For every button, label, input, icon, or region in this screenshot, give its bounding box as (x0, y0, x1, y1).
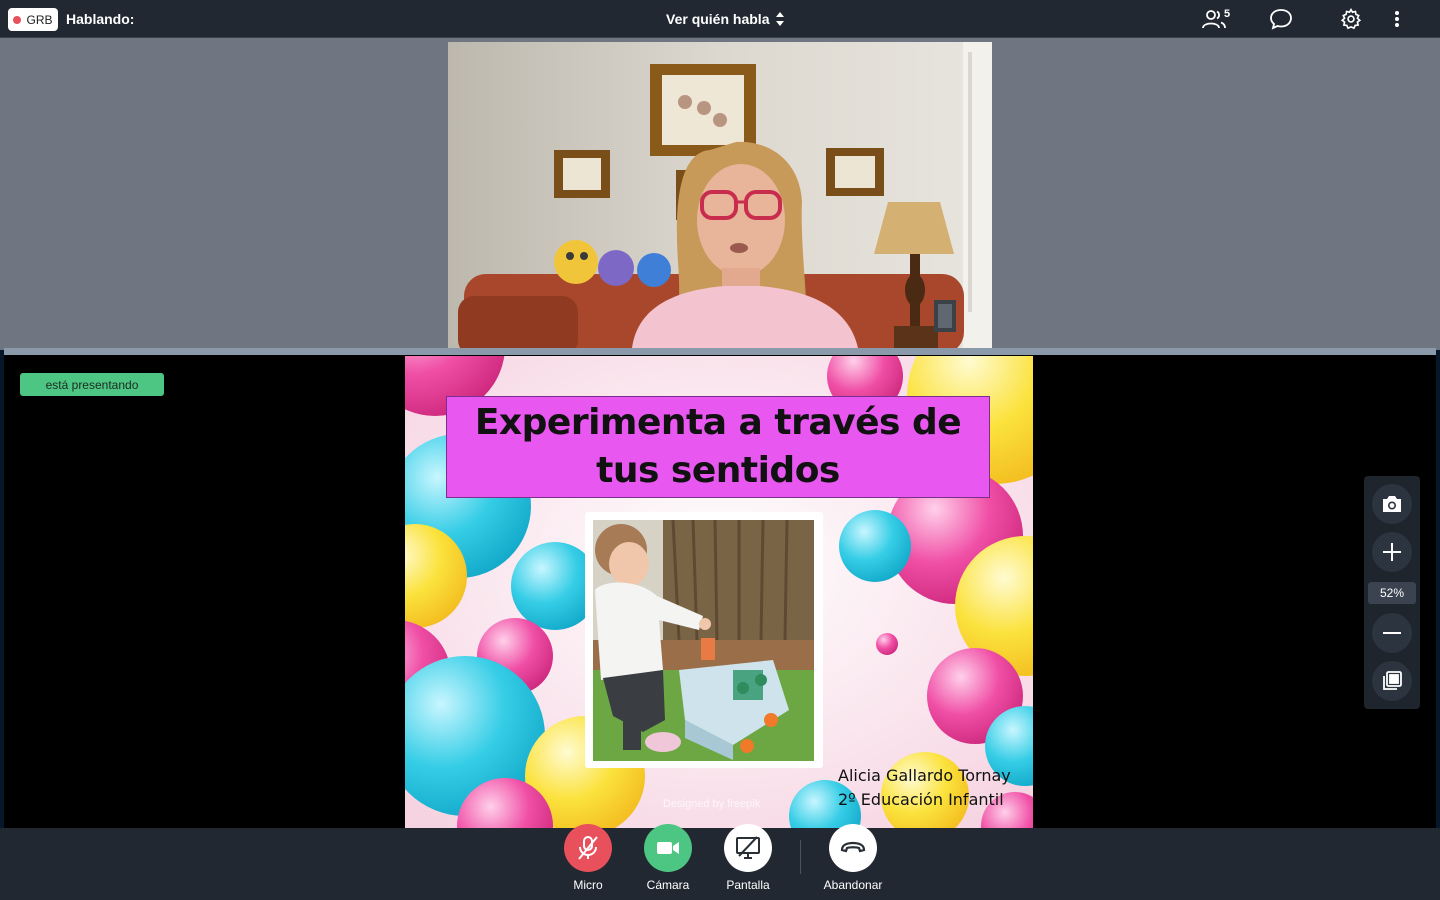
slide-author: Alicia Gallardo Tornay 2º Educación Infa… (838, 764, 1011, 812)
webcam-area (0, 38, 1440, 386)
users-icon (1202, 10, 1226, 29)
camera-button-circle[interactable] (644, 824, 692, 872)
slide-title-line-2: tus sentidos (596, 450, 840, 491)
layout-selector[interactable]: Ver quién habla (666, 11, 785, 27)
bottom-control-bar: Micro Cámara Pantalla Abandonar (0, 824, 1440, 900)
slide-photo (593, 520, 814, 761)
resize-handle[interactable] (4, 348, 1436, 355)
slide-author-course: 2º Educación Infantil (838, 790, 1004, 809)
camera-button[interactable]: Cámara (628, 824, 708, 892)
layout-selector-label: Ver quién habla (666, 11, 770, 27)
more-options-button[interactable] (1383, 6, 1411, 32)
talking-indicator: Hablando: (66, 11, 135, 27)
mic-off-icon (578, 836, 598, 860)
slide-watermark: Designed by freepik (663, 798, 761, 810)
webcam-scene (448, 42, 992, 348)
fit-to-screen-button[interactable] (1372, 661, 1412, 701)
plus-icon (1383, 543, 1401, 561)
hang-up-phone-icon (840, 841, 866, 853)
participants-count: 5 (1224, 8, 1231, 20)
slide-photo-frame (585, 512, 823, 768)
recording-badge[interactable]: GRB (8, 8, 58, 31)
presenting-badge: está presentando (20, 373, 164, 396)
slide-title: Experimenta a través de tus sentidos (474, 399, 962, 495)
recording-dot-icon (13, 15, 22, 24)
webcam-video[interactable] (448, 42, 992, 348)
mic-button[interactable]: Micro (548, 824, 628, 892)
snapshot-button[interactable] (1372, 484, 1412, 524)
camera-label: Cámara (646, 878, 690, 892)
screen-share-off-icon (736, 836, 760, 859)
leave-button-circle[interactable] (829, 824, 877, 872)
zoom-in-button[interactable] (1372, 532, 1412, 572)
chat-bubble-icon (1270, 9, 1292, 30)
presentation-slide[interactable]: Experimenta a través de tus sentidos Ali… (405, 356, 1033, 828)
more-vertical-icon (1395, 11, 1399, 27)
zoom-level: 52% (1368, 582, 1416, 604)
zoom-out-button[interactable] (1372, 613, 1412, 653)
slide-title-box: Experimenta a través de tus sentidos (446, 396, 990, 498)
control-separator (800, 840, 801, 874)
screen-share-label: Pantalla (726, 878, 770, 892)
screen-share-button[interactable]: Pantalla (708, 824, 788, 892)
leave-label: Abandonar (823, 878, 883, 892)
camera-icon (1383, 496, 1401, 512)
settings-button[interactable] (1337, 6, 1365, 32)
presentation-zoom-panel: 52% (1364, 476, 1420, 709)
video-camera-icon (657, 842, 679, 854)
gear-icon (1340, 8, 1362, 30)
chat-button[interactable] (1267, 6, 1295, 32)
top-bar: GRB Hablando: Ver quién habla 5 (0, 0, 1440, 38)
screen-share-button-circle[interactable] (724, 824, 772, 872)
slides-stack-icon (1383, 671, 1402, 690)
slide-title-line-1: Experimenta a través de (474, 402, 962, 443)
minus-icon (1383, 632, 1401, 634)
sort-arrows-icon (776, 12, 785, 26)
mic-button-circle[interactable] (564, 824, 612, 872)
slide-author-name: Alicia Gallardo Tornay (838, 766, 1011, 785)
presentation-area: está presentando Experimenta a través de… (4, 355, 1436, 828)
leave-button[interactable]: Abandonar (813, 824, 893, 892)
mic-label: Micro (573, 878, 603, 892)
recording-badge-label: GRB (26, 12, 53, 27)
